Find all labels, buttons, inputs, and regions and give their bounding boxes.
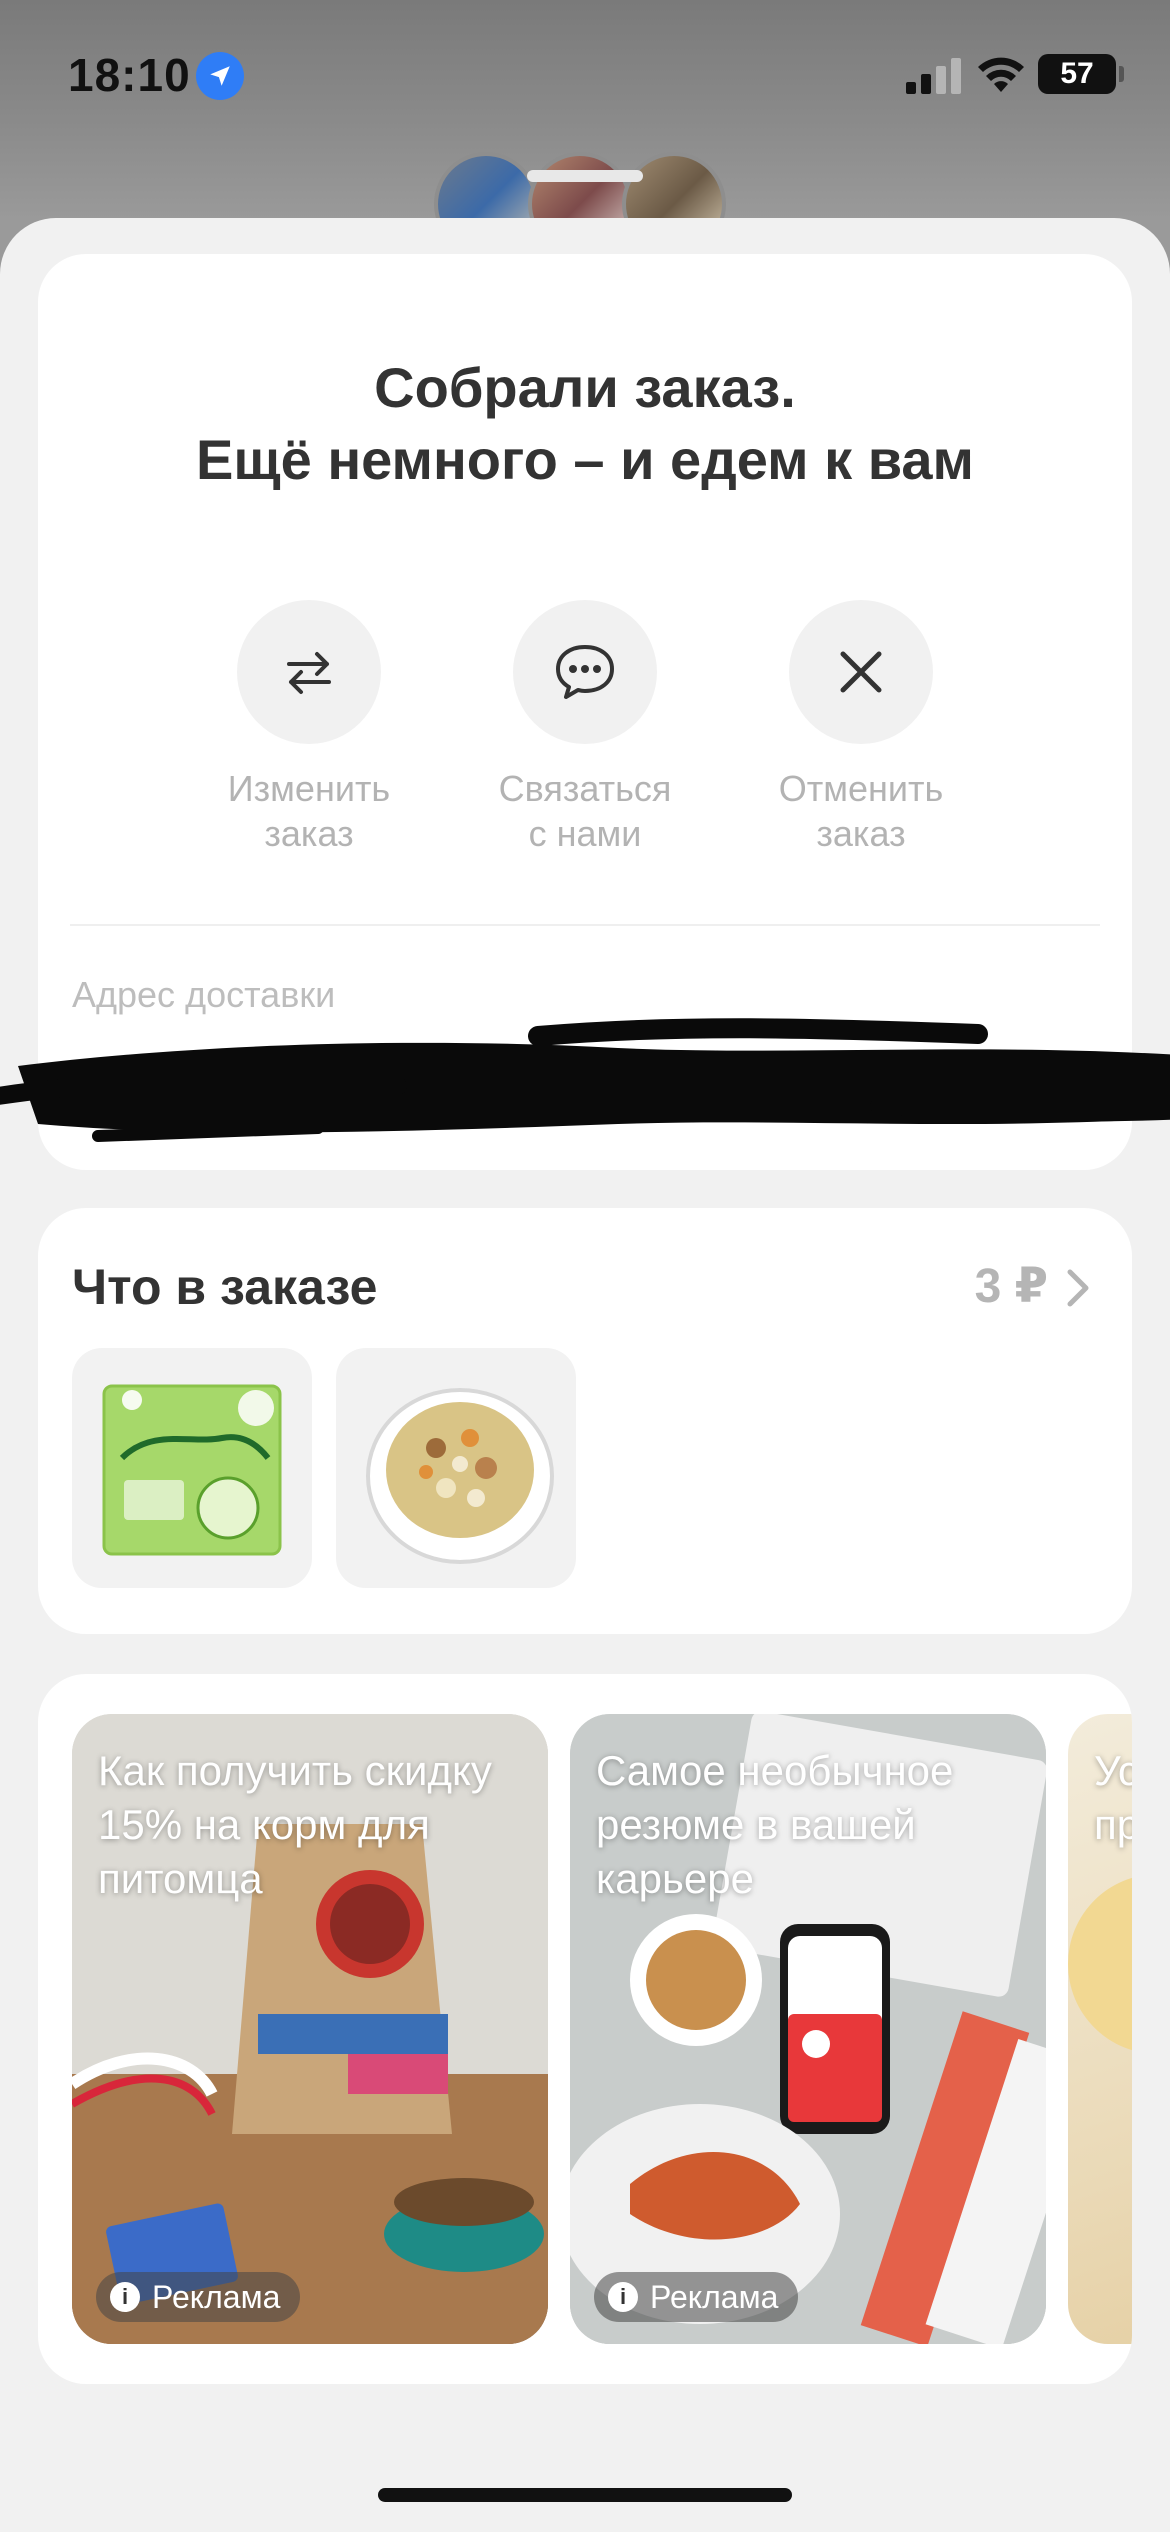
close-icon (840, 651, 882, 693)
sheet-grabber[interactable] (527, 170, 643, 182)
promo-resume[interactable]: Самое необычное резюме в вашей карьере i… (570, 1714, 1046, 2344)
redacted-address-scribble (0, 1018, 1170, 1142)
ad-badge-label: Реклама (650, 2278, 779, 2315)
order-contents-card[interactable]: Что в заказе 3 ₽ (38, 1208, 1132, 1634)
order-status-card: Собрали заказ. Ещё немного – и едем к ва… (0, 254, 1170, 1170)
ad-badge-label: Реклама (152, 2278, 281, 2315)
pads-package-image (102, 1384, 282, 1556)
info-icon: i (608, 2282, 638, 2312)
cellular-signal-icon (906, 58, 961, 94)
info-icon: i (110, 2282, 140, 2312)
order-total-price: 3 ₽ (974, 1260, 1048, 1313)
promo-partial[interactable]: Ус пр (1068, 1714, 1132, 2344)
order-status-title-line1: Собрали заказ. (374, 356, 796, 419)
home-indicator[interactable] (378, 2488, 792, 2502)
cancel-order-label: Отменить заказ (778, 768, 944, 854)
status-bar: 18:10 57 (0, 0, 1170, 150)
order-status-title-line2: Ещё немного – и едем к вам (196, 428, 974, 491)
promo-pet-food[interactable]: Как получить скидку 15% на корм для пито… (72, 1714, 548, 2344)
contact-us-label: Связаться с нами (498, 768, 672, 854)
change-order-circle[interactable] (237, 600, 381, 744)
order-contents-title: Что в заказе (72, 1259, 378, 1315)
location-arrow-icon (196, 52, 244, 100)
chat-bubble-icon (556, 645, 614, 699)
promotions-card: Как получить скидку 15% на корм для пито… (38, 1674, 1132, 2384)
screen: 18:10 57 Собрали заказ. Ещё немного – и … (0, 0, 1170, 2532)
change-order-label: Изменить заказ (227, 768, 391, 854)
contact-us-circle[interactable] (513, 600, 657, 744)
cancel-order-circle[interactable] (789, 600, 933, 744)
status-time: 18:10 (68, 49, 191, 101)
product-thumbnail-soup[interactable] (336, 1348, 576, 1588)
product-thumbnail-pads[interactable] (72, 1348, 312, 1588)
soup-bowl-image (366, 1388, 554, 1564)
wifi-icon (978, 57, 1024, 92)
chevron-right-icon (1067, 1269, 1089, 1307)
battery-indicator: 57 (1038, 54, 1124, 94)
promo-resume-title: Самое необычное резюме в вашей карьере (596, 1747, 954, 1902)
promo-partial-title: Ус пр (1094, 1747, 1132, 1848)
bottom-sheet: Собрали заказ. Ещё немного – и едем к ва… (0, 218, 1170, 2532)
promo-pet-food-title: Как получить скидку 15% на корм для пито… (98, 1747, 492, 1902)
divider (70, 924, 1100, 926)
change-order-button[interactable]: Изменить заказ (189, 600, 429, 856)
swap-arrows-icon (287, 652, 331, 694)
contact-us-button[interactable]: Связаться с нами (465, 600, 705, 856)
ad-badge[interactable]: i Реклама (96, 2272, 301, 2322)
ad-badge[interactable]: i Реклама (594, 2272, 799, 2322)
cancel-order-button[interactable]: Отменить заказ (741, 600, 981, 856)
